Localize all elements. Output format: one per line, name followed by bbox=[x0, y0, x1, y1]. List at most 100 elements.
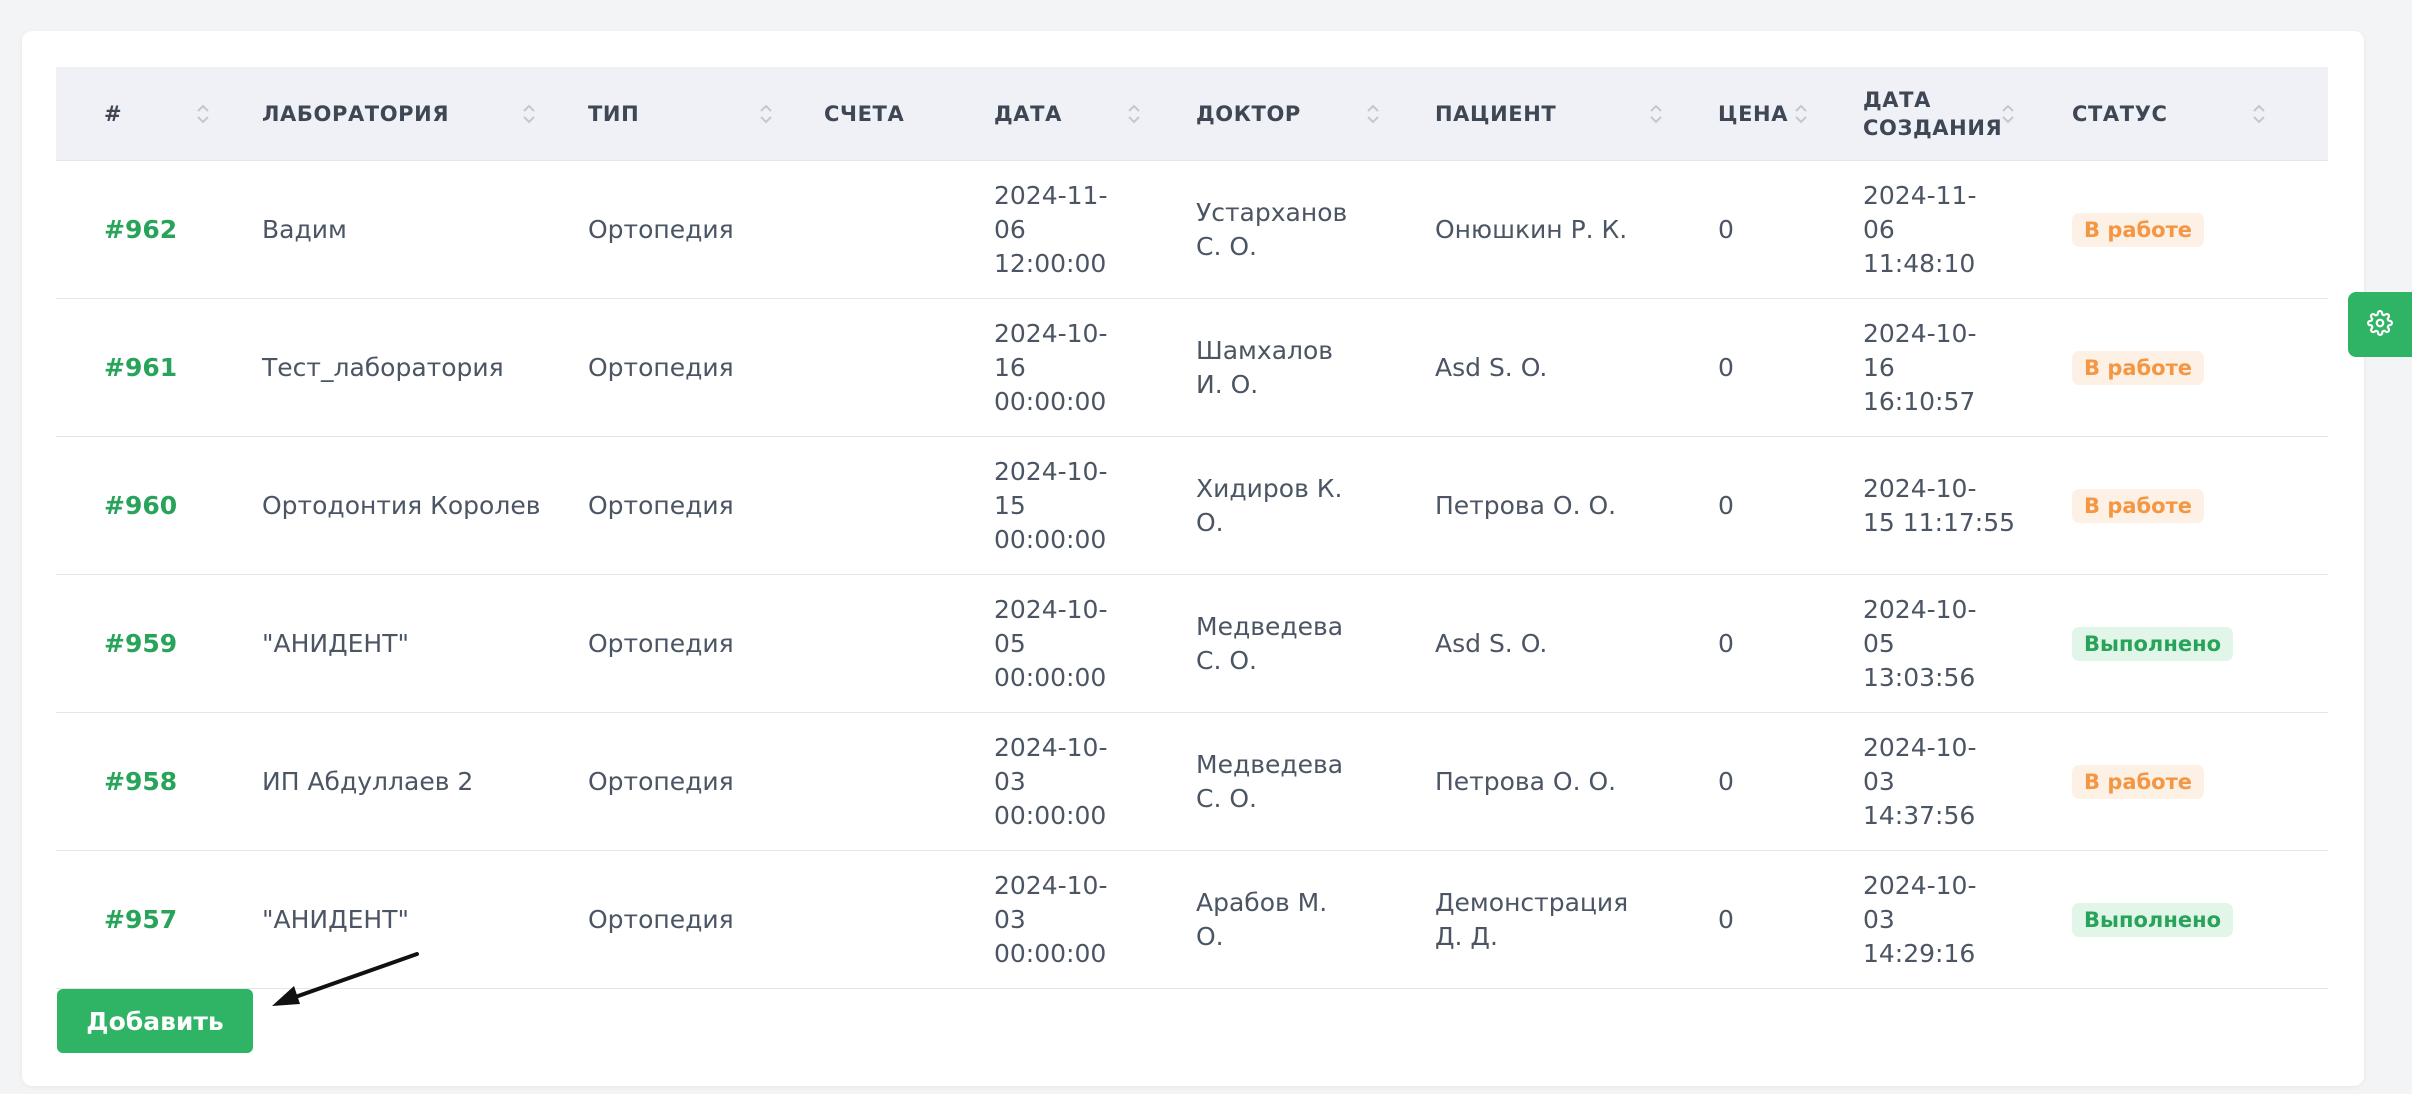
table-row[interactable]: #961 Тест_лаборатория Ортопедия 2024-10- 16 0… bbox=[56, 298, 2328, 437]
laboratory-cell: Вадим bbox=[262, 160, 588, 299]
sort-icon[interactable] bbox=[759, 101, 773, 127]
column-header-number[interactable]: # bbox=[56, 67, 262, 161]
sort-icon[interactable] bbox=[1649, 101, 1663, 127]
patient-cell: Демонстрация Д. Д. bbox=[1435, 850, 1718, 989]
table-row[interactable]: #962 Вадим Ортопедия 2024-11- 06 12:00:00 Уста… bbox=[56, 160, 2328, 299]
sort-icon[interactable] bbox=[2001, 101, 2015, 127]
column-header-price[interactable]: ЦЕНА bbox=[1718, 67, 1863, 161]
order-id-cell: #958 bbox=[56, 712, 262, 851]
status-badge: В работе bbox=[2072, 489, 2205, 523]
order-id-cell: #962 bbox=[56, 160, 262, 299]
invoices-cell bbox=[824, 574, 994, 713]
column-header-laboratory[interactable]: ЛАБОРАТОРИЯ bbox=[262, 67, 588, 161]
doctor-cell: Медведева С. О. bbox=[1196, 712, 1435, 851]
date-cell: 2024-10- 15 00:00:00 bbox=[994, 436, 1196, 575]
price-cell: 0 bbox=[1718, 298, 1863, 437]
type-cell: Ортопедия bbox=[588, 160, 824, 299]
sort-icon[interactable] bbox=[196, 101, 210, 127]
type-cell: Ортопедия bbox=[588, 574, 824, 713]
sort-icon[interactable] bbox=[2252, 101, 2266, 127]
date-cell: 2024-10- 05 00:00:00 bbox=[994, 574, 1196, 713]
column-header-date-created[interactable]: ДАТА СОЗДАНИЯ bbox=[1863, 67, 2072, 161]
order-id-cell: #960 bbox=[56, 436, 262, 575]
laboratory-cell: Тест_лаборатория bbox=[262, 298, 588, 437]
order-id-link[interactable]: #959 bbox=[104, 629, 177, 658]
doctor-cell: Устарханов С. О. bbox=[1196, 160, 1435, 299]
price-cell: 0 bbox=[1718, 574, 1863, 713]
column-header-type[interactable]: ТИП bbox=[588, 67, 824, 161]
patient-cell: Петрова О. О. bbox=[1435, 712, 1718, 851]
orders-card: # ЛАБОРАТОРИЯ ТИП СЧЕТА ДАТА ДОКТОР ПАЦИ… bbox=[22, 31, 2412, 1086]
doctor-cell: Хидиров К. О. bbox=[1196, 436, 1435, 575]
date-cell: 2024-11- 06 12:00:00 bbox=[994, 160, 1196, 299]
laboratory-cell: ИП Абдуллаев 2 bbox=[262, 712, 588, 851]
price-cell: 0 bbox=[1718, 850, 1863, 989]
date-created-cell: 2024-10- 15 11:17:55 bbox=[1863, 436, 2072, 575]
sort-icon[interactable] bbox=[522, 101, 536, 127]
doctor-cell: Шамхалов И. О. bbox=[1196, 298, 1435, 437]
sort-icon[interactable] bbox=[1127, 101, 1141, 127]
date-created-cell: 2024-11- 06 11:48:10 bbox=[1863, 160, 2072, 299]
orders-table: # ЛАБОРАТОРИЯ ТИП СЧЕТА ДАТА ДОКТОР ПАЦИ… bbox=[56, 67, 2328, 989]
sort-icon[interactable] bbox=[1366, 101, 1380, 127]
invoices-cell bbox=[824, 436, 994, 575]
invoices-cell bbox=[824, 850, 994, 989]
date-created-cell: 2024-10- 03 14:29:16 bbox=[1863, 850, 2072, 989]
laboratory-cell: Ортодонтия Королев bbox=[262, 436, 588, 575]
column-header-status[interactable]: СТАТУС bbox=[2072, 67, 2328, 161]
doctor-cell: Арабов М. О. bbox=[1196, 850, 1435, 989]
settings-tab[interactable] bbox=[2348, 292, 2412, 357]
laboratory-cell: "АНИДЕНТ" bbox=[262, 574, 588, 713]
status-badge: В работе bbox=[2072, 351, 2205, 385]
date-cell: 2024-10- 03 00:00:00 bbox=[994, 712, 1196, 851]
gear-icon bbox=[2367, 309, 2393, 340]
date-created-cell: 2024-10- 03 14:37:56 bbox=[1863, 712, 2072, 851]
type-cell: Ортопедия bbox=[588, 712, 824, 851]
status-badge: Выполнено bbox=[2072, 903, 2234, 937]
doctor-cell: Медведева С. О. bbox=[1196, 574, 1435, 713]
order-id-link[interactable]: #962 bbox=[104, 215, 177, 244]
order-id-link[interactable]: #960 bbox=[104, 491, 177, 520]
date-created-cell: 2024-10- 05 13:03:56 bbox=[1863, 574, 2072, 713]
type-cell: Ортопедия bbox=[588, 298, 824, 437]
status-badge: В работе bbox=[2072, 213, 2205, 247]
order-id-cell: #961 bbox=[56, 298, 262, 437]
column-header-patient[interactable]: ПАЦИЕНТ bbox=[1435, 67, 1718, 161]
patient-cell: Петрова О. О. bbox=[1435, 436, 1718, 575]
date-cell: 2024-10- 16 00:00:00 bbox=[994, 298, 1196, 437]
column-header-doctor[interactable]: ДОКТОР bbox=[1196, 67, 1435, 161]
status-cell: Выполнено bbox=[2072, 574, 2328, 713]
status-cell: В работе bbox=[2072, 298, 2328, 437]
table-row[interactable]: #960 Ортодонтия Королев Ортопедия 2024-10- 1… bbox=[56, 436, 2328, 575]
order-id-link[interactable]: #961 bbox=[104, 353, 177, 382]
add-button[interactable]: Добавить bbox=[57, 989, 253, 1053]
type-cell: Ортопедия bbox=[588, 436, 824, 575]
table-header-row: # ЛАБОРАТОРИЯ ТИП СЧЕТА ДАТА ДОКТОР ПАЦИ… bbox=[56, 67, 2328, 161]
status-cell: В работе bbox=[2072, 160, 2328, 299]
sort-icon[interactable] bbox=[1794, 101, 1808, 127]
date-created-cell: 2024-10- 16 16:10:57 bbox=[1863, 298, 2072, 437]
type-cell: Ортопедия bbox=[588, 850, 824, 989]
arrow-icon bbox=[272, 952, 419, 1006]
patient-cell: Asd S. O. bbox=[1435, 574, 1718, 713]
patient-cell: Asd S. O. bbox=[1435, 298, 1718, 437]
column-header-date[interactable]: ДАТА bbox=[994, 67, 1196, 161]
price-cell: 0 bbox=[1718, 712, 1863, 851]
price-cell: 0 bbox=[1718, 160, 1863, 299]
invoices-cell bbox=[824, 298, 994, 437]
order-id-cell: #957 bbox=[56, 850, 262, 989]
order-id-link[interactable]: #957 bbox=[104, 905, 177, 934]
status-badge: В работе bbox=[2072, 765, 2205, 799]
status-cell: В работе bbox=[2072, 436, 2328, 575]
invoices-cell bbox=[824, 160, 994, 299]
table-row[interactable]: #959 "АНИДЕНТ" Ортопедия 2024-10- 05 00:00:00… bbox=[56, 574, 2328, 713]
status-cell: В работе bbox=[2072, 712, 2328, 851]
order-id-link[interactable]: #958 bbox=[104, 767, 177, 796]
date-cell: 2024-10- 03 00:00:00 bbox=[994, 850, 1196, 989]
status-badge: Выполнено bbox=[2072, 627, 2234, 661]
order-id-cell: #959 bbox=[56, 574, 262, 713]
patient-cell: Онюшкин Р. К. bbox=[1435, 160, 1718, 299]
table-row[interactable]: #958 ИП Абдуллаев 2 Ортопедия 2024-10- 03 00:… bbox=[56, 712, 2328, 851]
status-cell: Выполнено bbox=[2072, 850, 2328, 989]
column-header-invoices: СЧЕТА bbox=[824, 67, 994, 161]
